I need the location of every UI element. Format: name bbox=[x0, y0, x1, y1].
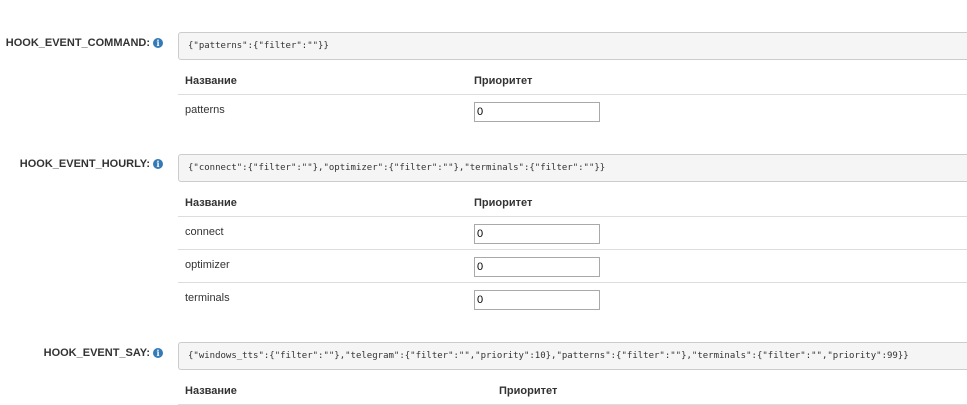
priority-input[interactable] bbox=[474, 224, 600, 244]
column-header-name: Название bbox=[185, 75, 237, 87]
column-header-name: Название bbox=[185, 385, 237, 397]
info-icon[interactable]: i bbox=[153, 348, 163, 358]
table-header: Название Приоритет bbox=[178, 189, 967, 217]
column-header-priority: Приоритет bbox=[474, 75, 533, 87]
hook-event-say-json: {"windows_tts":{"filter":""},"telegram":… bbox=[178, 342, 967, 370]
info-icon[interactable]: i bbox=[153, 159, 163, 169]
column-header-name: Название bbox=[185, 197, 237, 209]
info-icon[interactable]: i bbox=[153, 38, 163, 48]
table-row: patterns bbox=[178, 95, 967, 128]
table-header: Название Приоритет bbox=[178, 67, 967, 95]
row-name: patterns bbox=[185, 104, 225, 116]
hook-event-command-label-text: HOOK_EVENT_COMMAND: bbox=[5, 37, 150, 49]
column-header-priority: Приоритет bbox=[474, 197, 533, 209]
hook-event-hourly-label: HOOK_EVENT_HOURLY: i bbox=[20, 158, 163, 170]
row-name: connect bbox=[185, 226, 224, 238]
hook-event-hourly-json: {"connect":{"filter":""},"optimizer":{"f… bbox=[178, 154, 967, 182]
hook-event-hourly-label-text: HOOK_EVENT_HOURLY: bbox=[19, 158, 150, 170]
table-row: connect bbox=[178, 217, 967, 250]
table-header: Название Приоритет bbox=[178, 377, 967, 405]
table-row: terminals bbox=[178, 283, 967, 316]
hook-event-say-label-text: HOOK_EVENT_SAY: bbox=[43, 347, 150, 359]
table-row: optimizer bbox=[178, 250, 967, 283]
priority-input[interactable] bbox=[474, 290, 600, 310]
priority-input[interactable] bbox=[474, 102, 600, 122]
priority-input[interactable] bbox=[474, 257, 600, 277]
row-name: optimizer bbox=[185, 259, 230, 271]
hook-event-say-label: HOOK_EVENT_SAY: i bbox=[44, 347, 163, 359]
row-name: terminals bbox=[185, 292, 230, 304]
column-header-priority: Приоритет bbox=[499, 385, 558, 397]
hook-event-command-json: {"patterns":{"filter":""}} bbox=[178, 32, 967, 60]
hook-event-command-label: HOOK_EVENT_COMMAND: i bbox=[6, 37, 163, 49]
